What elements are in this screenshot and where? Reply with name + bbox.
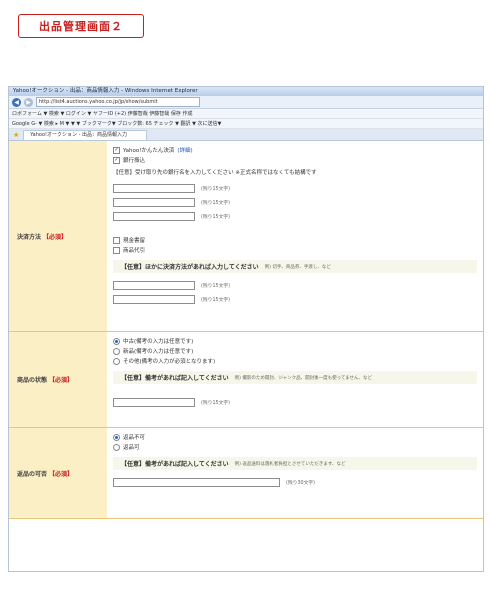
condition-other-option[interactable]: その他(備考の入力が必須となります): [113, 356, 477, 366]
payment-label: 決済方法 【必須】: [9, 141, 107, 331]
condition-option-label: 中古(備考の入力は任意です): [123, 339, 194, 345]
condition-used-option[interactable]: 中古(備考の入力は任意です): [113, 336, 477, 346]
required-mark: 【必須】: [49, 470, 74, 478]
char-hint: (残り15文字): [201, 186, 231, 192]
condition-remarks-input[interactable]: [113, 397, 195, 407]
char-hint: (残り15文字): [201, 214, 231, 220]
checkbox-icon[interactable]: [113, 246, 120, 254]
returns-remarks-example: 例) 返品送料は落札者負担とさせていただきます、など: [234, 461, 346, 467]
yahoo-easy-option[interactable]: ✓ Yahoo!かんたん決済 (詳細): [113, 145, 477, 155]
bank-name-input[interactable]: [113, 211, 195, 221]
char-hint: (残り30文字): [286, 480, 316, 486]
other-input-row: (残り15文字): [113, 278, 477, 292]
condition-row: 商品の状態 【必須】 中古(備考の入力は任意です) 新品(備考の入力は任意です)…: [9, 332, 483, 428]
char-hint: (残り15文字): [201, 400, 231, 406]
condition-remarks-title: 【任意】備考があれば記入してください: [121, 375, 229, 382]
checkbox-checked-icon[interactable]: ✓: [113, 146, 120, 154]
back-icon[interactable]: ◀: [12, 97, 21, 107]
other-payment-note: 【任意】ほかに決済方法があれば入力してください 例) 切手、商品券、手渡し、など: [113, 260, 477, 273]
other-payment-example: 例) 切手、商品券、手渡し、など: [264, 264, 331, 270]
radio-selected-icon[interactable]: [113, 337, 120, 345]
url-field[interactable]: http://list4.auctions.yahoo.co.jp/jp/sho…: [36, 97, 200, 107]
condition-remarks-example: 例) 撮影のため開封、ジャンク品、開封後一度も使ってません、など: [234, 375, 373, 381]
returns-label-text: 返品の可否: [17, 470, 48, 478]
checkbox-icon[interactable]: [113, 236, 120, 244]
toolbar-google[interactable]: Google G- ▼ 検索 ▸ M ▼ ▼ ▼ ブックマーク▼ ブロック数: …: [9, 119, 483, 129]
payment-fields: ✓ Yahoo!かんたん決済 (詳細) ✓ 銀行振込 【任意】受け取り先の銀行名…: [107, 141, 483, 331]
radio-icon[interactable]: [113, 443, 120, 451]
cash-registered-option[interactable]: 現金書留: [113, 235, 477, 245]
condition-fields: 中古(備考の入力は任意です) 新品(備考の入力は任意です) その他(備考の入力が…: [107, 332, 483, 427]
tab-strip: ★ Yahoo!オークション - 出品：商品情報入力: [9, 129, 483, 141]
other-payment-title: 【任意】ほかに決済方法があれば入力してください: [121, 264, 259, 271]
cash-registered-label: 現金書留: [123, 238, 146, 244]
required-mark: 【必須】: [43, 233, 68, 241]
details-link[interactable]: (詳細): [177, 146, 192, 154]
bank-name-input[interactable]: [113, 183, 195, 193]
bank-option[interactable]: ✓ 銀行振込: [113, 155, 477, 165]
cod-option[interactable]: 商品代引: [113, 245, 477, 255]
condition-label-text: 商品の状態: [17, 377, 48, 384]
other-payment-input[interactable]: [113, 280, 195, 290]
condition-label: 商品の状態 【必須】: [9, 332, 107, 427]
returns-fields: 返品不可 返品可 【任意】備考があれば記入してください 例) 返品送料は落札者負…: [107, 428, 483, 518]
checkbox-checked-icon[interactable]: ✓: [113, 156, 120, 164]
returns-option-label: 返品不可: [123, 435, 146, 441]
bank-label: 銀行振込: [123, 158, 146, 164]
other-payment-input[interactable]: [113, 294, 195, 304]
favorites-star-icon[interactable]: ★: [13, 131, 19, 139]
radio-icon[interactable]: [113, 347, 120, 355]
cod-label: 商品代引: [123, 248, 146, 254]
radio-selected-icon[interactable]: [113, 433, 120, 441]
yahoo-easy-label: Yahoo!かんたん決済: [123, 148, 175, 154]
browser-screenshot: Yahoo!オークション - 出品：商品情報入力 - Windows Inter…: [8, 86, 484, 572]
condition-input-row: (残り15文字): [113, 395, 477, 409]
payment-label-text: 決済方法: [17, 233, 42, 241]
forward-icon[interactable]: ▶: [24, 97, 33, 107]
condition-remarks-note: 【任意】備考があれば記入してください 例) 撮影のため開封、ジャンク品、開封後一…: [113, 371, 477, 384]
returns-ok-option[interactable]: 返品可: [113, 442, 477, 452]
payment-row: 決済方法 【必須】 ✓ Yahoo!かんたん決済 (詳細) ✓ 銀行振込 【任意…: [9, 141, 483, 332]
returns-label: 返品の可否 【必須】: [9, 428, 107, 518]
radio-icon[interactable]: [113, 357, 120, 365]
other-input-row: (残り15文字): [113, 292, 477, 306]
window-title: Yahoo!オークション - 出品：商品情報入力 - Windows Inter…: [9, 87, 483, 96]
bank-name-input[interactable]: [113, 197, 195, 207]
address-bar: ◀ ▶ http://list4.auctions.yahoo.co.jp/jp…: [9, 96, 483, 109]
returns-input-row: (残り30文字): [113, 475, 477, 489]
returns-option-label: 返品可: [123, 445, 140, 451]
condition-option-label: その他(備考の入力が必須となります): [123, 359, 216, 365]
tab-auction[interactable]: Yahoo!オークション - 出品：商品情報入力: [23, 129, 148, 140]
bank-input-row: (残り15文字): [113, 181, 477, 195]
page-heading-badge: 出品管理画面２: [18, 14, 144, 38]
returns-remarks-note: 【任意】備考があれば記入してください 例) 返品送料は落札者負担とさせていただき…: [113, 457, 477, 470]
no-returns-option[interactable]: 返品不可: [113, 432, 477, 442]
condition-new-option[interactable]: 新品(備考の入力は任意です): [113, 346, 477, 356]
char-hint: (残り15文字): [201, 297, 231, 303]
bank-notice: 【任意】受け取り先の銀行名を入力してください ※正式名称ではなくても結構です: [113, 170, 317, 176]
char-hint: (残り15文字): [201, 200, 231, 206]
bank-input-row: (残り15文字): [113, 195, 477, 209]
returns-remarks-title: 【任意】備考があれば記入してください: [121, 461, 229, 468]
condition-option-label: 新品(備考の入力は任意です): [123, 349, 194, 355]
required-mark: 【必須】: [49, 377, 74, 384]
bank-input-row: (残り15文字): [113, 209, 477, 223]
page-content: 決済方法 【必須】 ✓ Yahoo!かんたん決済 (詳細) ✓ 銀行振込 【任意…: [9, 141, 483, 519]
returns-remarks-input[interactable]: [113, 477, 280, 487]
returns-row: 返品の可否 【必須】 返品不可 返品可 【任意】備考があれば記入してください 例…: [9, 428, 483, 519]
char-hint: (残り15文字): [201, 283, 231, 289]
toolbar-roboform[interactable]: ロボフォーム ▼ 検索 ▼ ログイン ▼ ヤフーID (+2) 伊藤智哉 伊藤智…: [9, 109, 483, 119]
